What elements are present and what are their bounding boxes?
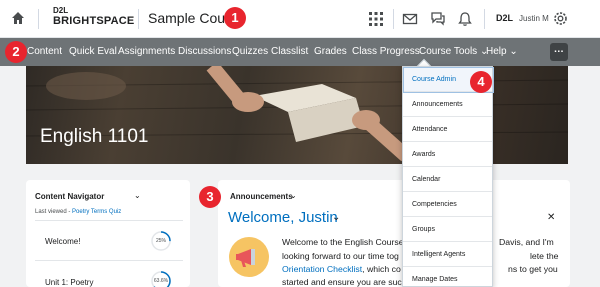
callout-2: 2 (5, 41, 27, 63)
logo-line2: BRIGHTSPACE (53, 15, 135, 27)
progress-label-unit-1: 63.6% (153, 278, 169, 284)
header-divider (484, 9, 485, 29)
menu-item-intelligent-agents[interactable]: Intelligent Agents (403, 242, 492, 267)
menu-item-calendar[interactable]: Calendar (403, 167, 492, 192)
course-navbar: Content Quick Eval Assignments Discussio… (0, 38, 600, 66)
menu-item-announcements[interactable]: Announcements (403, 92, 492, 117)
home-icon[interactable] (11, 11, 25, 25)
content-navigator-title: Content Navigator (35, 192, 105, 201)
nav-quizzes[interactable]: Quizzes (232, 46, 268, 57)
announcement-text: looking forward to our time tog (282, 251, 399, 261)
nav-grades[interactable]: Grades (314, 46, 347, 57)
last-viewed: Last viewed - Poetry Terms Quiz (35, 209, 121, 215)
nav-course-tools[interactable]: Course Tools ⌄ (419, 46, 488, 57)
chat-bubbles-icon[interactable] (430, 11, 446, 27)
bell-icon[interactable] (457, 11, 473, 27)
nav-course-tools-label: Course Tools (419, 46, 478, 57)
chevron-down-icon[interactable]: ⌄ (134, 191, 141, 200)
announcement-line-4: started and ensure you are suc (282, 277, 402, 287)
user-name[interactable]: Justin M (519, 14, 549, 23)
announcement-line-3: Orientation Checklist, which co (282, 264, 401, 274)
announcement-line-1: Welcome to the English Course (282, 237, 404, 247)
header-divider (38, 9, 39, 29)
nav-classlist[interactable]: Classlist (271, 46, 308, 57)
menu-item-manage-dates[interactable]: Manage Dates (403, 267, 492, 287)
close-icon[interactable]: ✕ (547, 212, 555, 223)
callout-4: 4 (470, 71, 492, 93)
nav-assignments[interactable]: Assignments (118, 46, 175, 57)
divider (35, 220, 183, 221)
last-viewed-label: Last viewed - (35, 209, 73, 215)
announcements-title: Announcements (230, 192, 293, 201)
menu-item-groups[interactable]: Groups (403, 217, 492, 242)
orientation-checklist-link[interactable]: Orientation Checklist (282, 264, 362, 274)
announcement-line-2-end: lete the (530, 251, 559, 261)
menu-item-competencies[interactable]: Competencies (403, 192, 492, 217)
top-header: D2L BRIGHTSPACE Sample Course D2L Justin… (0, 0, 600, 38)
divider (35, 260, 183, 261)
nav-class-progress[interactable]: Class Progress (352, 46, 420, 57)
mail-icon[interactable] (402, 11, 418, 27)
header-divider (138, 9, 139, 29)
chevron-down-icon[interactable]: ⌄ (290, 191, 297, 200)
brightspace-logo[interactable]: D2L BRIGHTSPACE (53, 7, 134, 27)
gear-icon[interactable] (552, 10, 569, 27)
announcement-line-2: looking forward to our time tog (282, 251, 399, 261)
content-navigator-body: Content Navigator ⌄ Last viewed - Poetry… (26, 180, 190, 287)
nav-discussions[interactable]: Discussions (178, 46, 231, 57)
chevron-down-icon: ⌄ (509, 46, 518, 57)
more-menu-button[interactable]: ... (550, 43, 568, 61)
chevron-down-icon[interactable]: ⌄ (332, 212, 340, 223)
course-selector-grid-icon[interactable] (368, 11, 384, 27)
banner-course-name: English 1101 (40, 126, 149, 147)
logo-line1: D2L (53, 6, 69, 15)
nav-help-label: Help (486, 46, 507, 57)
course-tools-menu: Course Admin Announcements Attendance Aw… (402, 66, 494, 287)
announcement-heading[interactable]: Welcome, Justin (228, 209, 338, 226)
progress-label-welcome: 25% (155, 238, 166, 244)
nav-content[interactable]: Content (27, 46, 62, 57)
nav-help[interactable]: Help ⌄ (486, 46, 518, 57)
menu-item-attendance[interactable]: Attendance (403, 117, 492, 142)
announcement-line-3-end: ns to get you (508, 264, 558, 274)
megaphone-icon (229, 237, 269, 277)
module-item-unit-1-poetry[interactable]: Unit 1: Poetry (45, 278, 93, 287)
megaphone-glyph (236, 249, 255, 267)
header-divider (393, 9, 394, 29)
last-viewed-link[interactable]: Poetry Terms Quiz (72, 209, 121, 215)
module-item-welcome[interactable]: Welcome! (45, 237, 80, 246)
nav-quick-eval[interactable]: Quick Eval (69, 46, 117, 57)
announcement-text: , which co (362, 264, 401, 274)
announcement-text: Welcome to the English Course (282, 237, 404, 247)
announcement-line-1-end: Davis, and I'm (499, 237, 554, 247)
callout-3: 3 (199, 186, 221, 208)
announcement-text: started and ensure you are suc (282, 277, 402, 287)
callout-1: 1 (224, 7, 246, 29)
menu-item-awards[interactable]: Awards (403, 142, 492, 167)
d2l-mini-logo: D2L (496, 13, 514, 23)
